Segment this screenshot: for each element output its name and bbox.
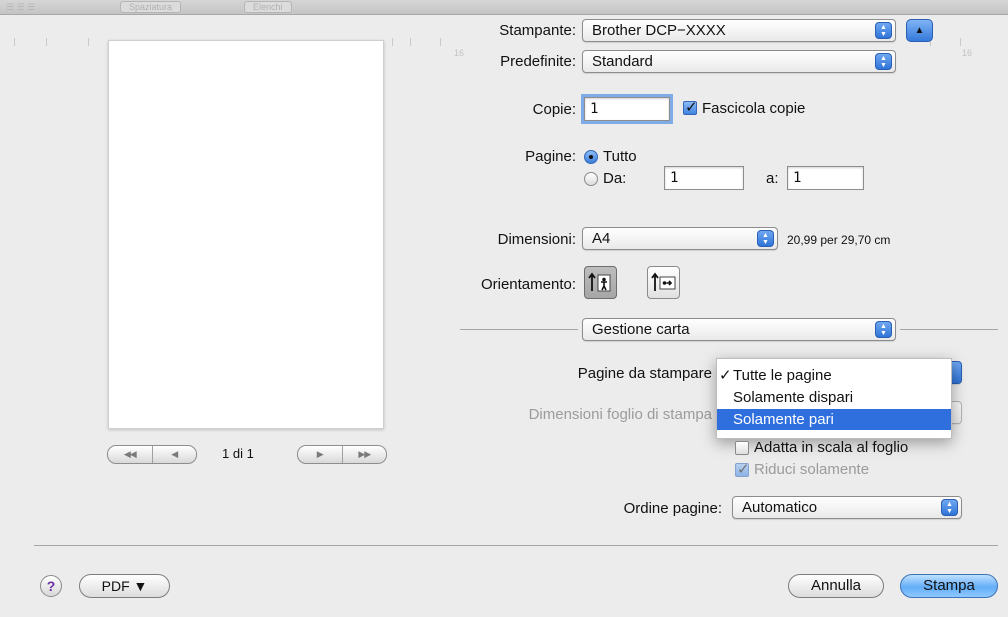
pages-all-label: Tutto <box>603 148 637 165</box>
paper-dimensions-text: 20,99 per 29,70 cm <box>787 233 891 247</box>
disclosure-triangle-button[interactable]: ▲ <box>906 19 933 42</box>
next-page-icon[interactable]: ▶ <box>298 446 342 463</box>
pages-to-print-menu[interactable]: ✓ Tutte le pagine Solamente dispari Sola… <box>716 358 952 439</box>
collate-checkbox[interactable] <box>683 98 698 116</box>
background-spacing-popup: Spaziatura <box>120 1 182 13</box>
stepper-arrows-icon: ▲ ▼ <box>875 321 892 338</box>
background-lists-popup: Elenchi <box>244 1 292 13</box>
copies-label: Copie: <box>532 101 576 118</box>
page-preview <box>108 40 384 429</box>
pages-all-radio[interactable] <box>584 150 598 164</box>
preview-back-nav[interactable]: ◀◀ ◀ <box>107 445 197 464</box>
printer-value: Brother DCP−XXXX <box>592 22 726 39</box>
pages-to-print-label: Pagine da stampare <box>577 365 712 382</box>
pages-range-radio[interactable] <box>584 172 598 186</box>
orientation-label: Orientamento: <box>480 276 576 293</box>
section-divider-left <box>460 329 578 330</box>
stepper-arrows-icon: ▲ ▼ <box>875 53 892 70</box>
paper-size-label: Dimensioni: <box>497 231 576 248</box>
pages-to-field[interactable]: 1 <box>787 166 864 190</box>
printer-popup[interactable]: Brother DCP−XXXX ▲ ▼ <box>582 19 896 42</box>
last-page-icon[interactable]: ▶▶ <box>341 446 387 463</box>
background-app-toolbar: ☰ ☰ ☰ Spaziatura Elenchi <box>0 0 1008 15</box>
destination-paper-label: Dimensioni foglio di stampa <box>528 406 712 423</box>
portrait-orientation-button[interactable] <box>584 266 617 299</box>
footer-divider <box>34 545 998 546</box>
previous-page-icon[interactable]: ◀ <box>151 446 197 463</box>
menu-item-even-pages[interactable]: Solamente pari <box>717 409 951 430</box>
stepper-arrows-icon: ▲ ▼ <box>875 22 892 39</box>
scale-down-only-checkbox <box>735 460 750 478</box>
presets-value: Standard <box>592 53 653 70</box>
page-order-value: Automatico <box>742 499 818 516</box>
stepper-arrows-icon: ▲ ▼ <box>757 230 774 247</box>
section-popup[interactable]: Gestione carta ▲ ▼ <box>582 318 896 341</box>
printer-label: Stampante: <box>499 22 576 39</box>
copies-field[interactable]: 1 <box>584 97 670 121</box>
pages-from-field[interactable]: 1 <box>664 166 744 190</box>
portrait-orientation-icon <box>588 272 611 292</box>
pages-from-label: Da: <box>603 170 627 187</box>
presets-label: Predefinite: <box>500 53 576 70</box>
presets-popup[interactable]: Standard ▲ ▼ <box>582 50 896 73</box>
landscape-orientation-button[interactable] <box>647 266 680 299</box>
checkmark-icon: ✓ <box>719 367 732 384</box>
pages-to-label: a: <box>766 170 779 187</box>
page-order-popup[interactable]: Automatico ▲ ▼ <box>732 496 962 519</box>
cancel-button[interactable]: Annulla <box>788 574 884 598</box>
menu-item-odd-pages[interactable]: Solamente dispari <box>717 387 951 408</box>
print-button[interactable]: Stampa <box>900 574 998 598</box>
section-popup-value: Gestione carta <box>592 321 690 338</box>
background-toolbar-icons: ☰ ☰ ☰ <box>6 2 36 12</box>
paper-size-value: A4 <box>592 230 611 247</box>
section-divider-right <box>900 329 998 330</box>
scale-to-fit-label: Adatta in scala al foglio <box>754 439 909 456</box>
pages-label: Pagine: <box>525 148 576 165</box>
paper-size-popup[interactable]: A4 ▲ ▼ <box>582 227 778 250</box>
stepper-arrows-icon: ▲ ▼ <box>941 499 958 516</box>
page-order-label: Ordine pagine: <box>623 500 722 517</box>
pdf-button[interactable]: PDF ▼ <box>79 574 170 598</box>
landscape-orientation-icon <box>651 272 676 291</box>
help-icon[interactable]: ? <box>40 575 62 597</box>
first-page-icon[interactable]: ◀◀ <box>108 446 152 463</box>
collate-label: Fascicola copie <box>702 100 806 117</box>
menu-item-all-pages[interactable]: ✓ Tutte le pagine <box>717 365 951 386</box>
page-counter: 1 di 1 <box>222 446 254 461</box>
preview-forward-nav[interactable]: ▶ ▶▶ <box>297 445 387 464</box>
scale-to-fit-checkbox[interactable] <box>735 441 749 455</box>
scale-down-only-label: Riduci solamente <box>754 461 870 478</box>
